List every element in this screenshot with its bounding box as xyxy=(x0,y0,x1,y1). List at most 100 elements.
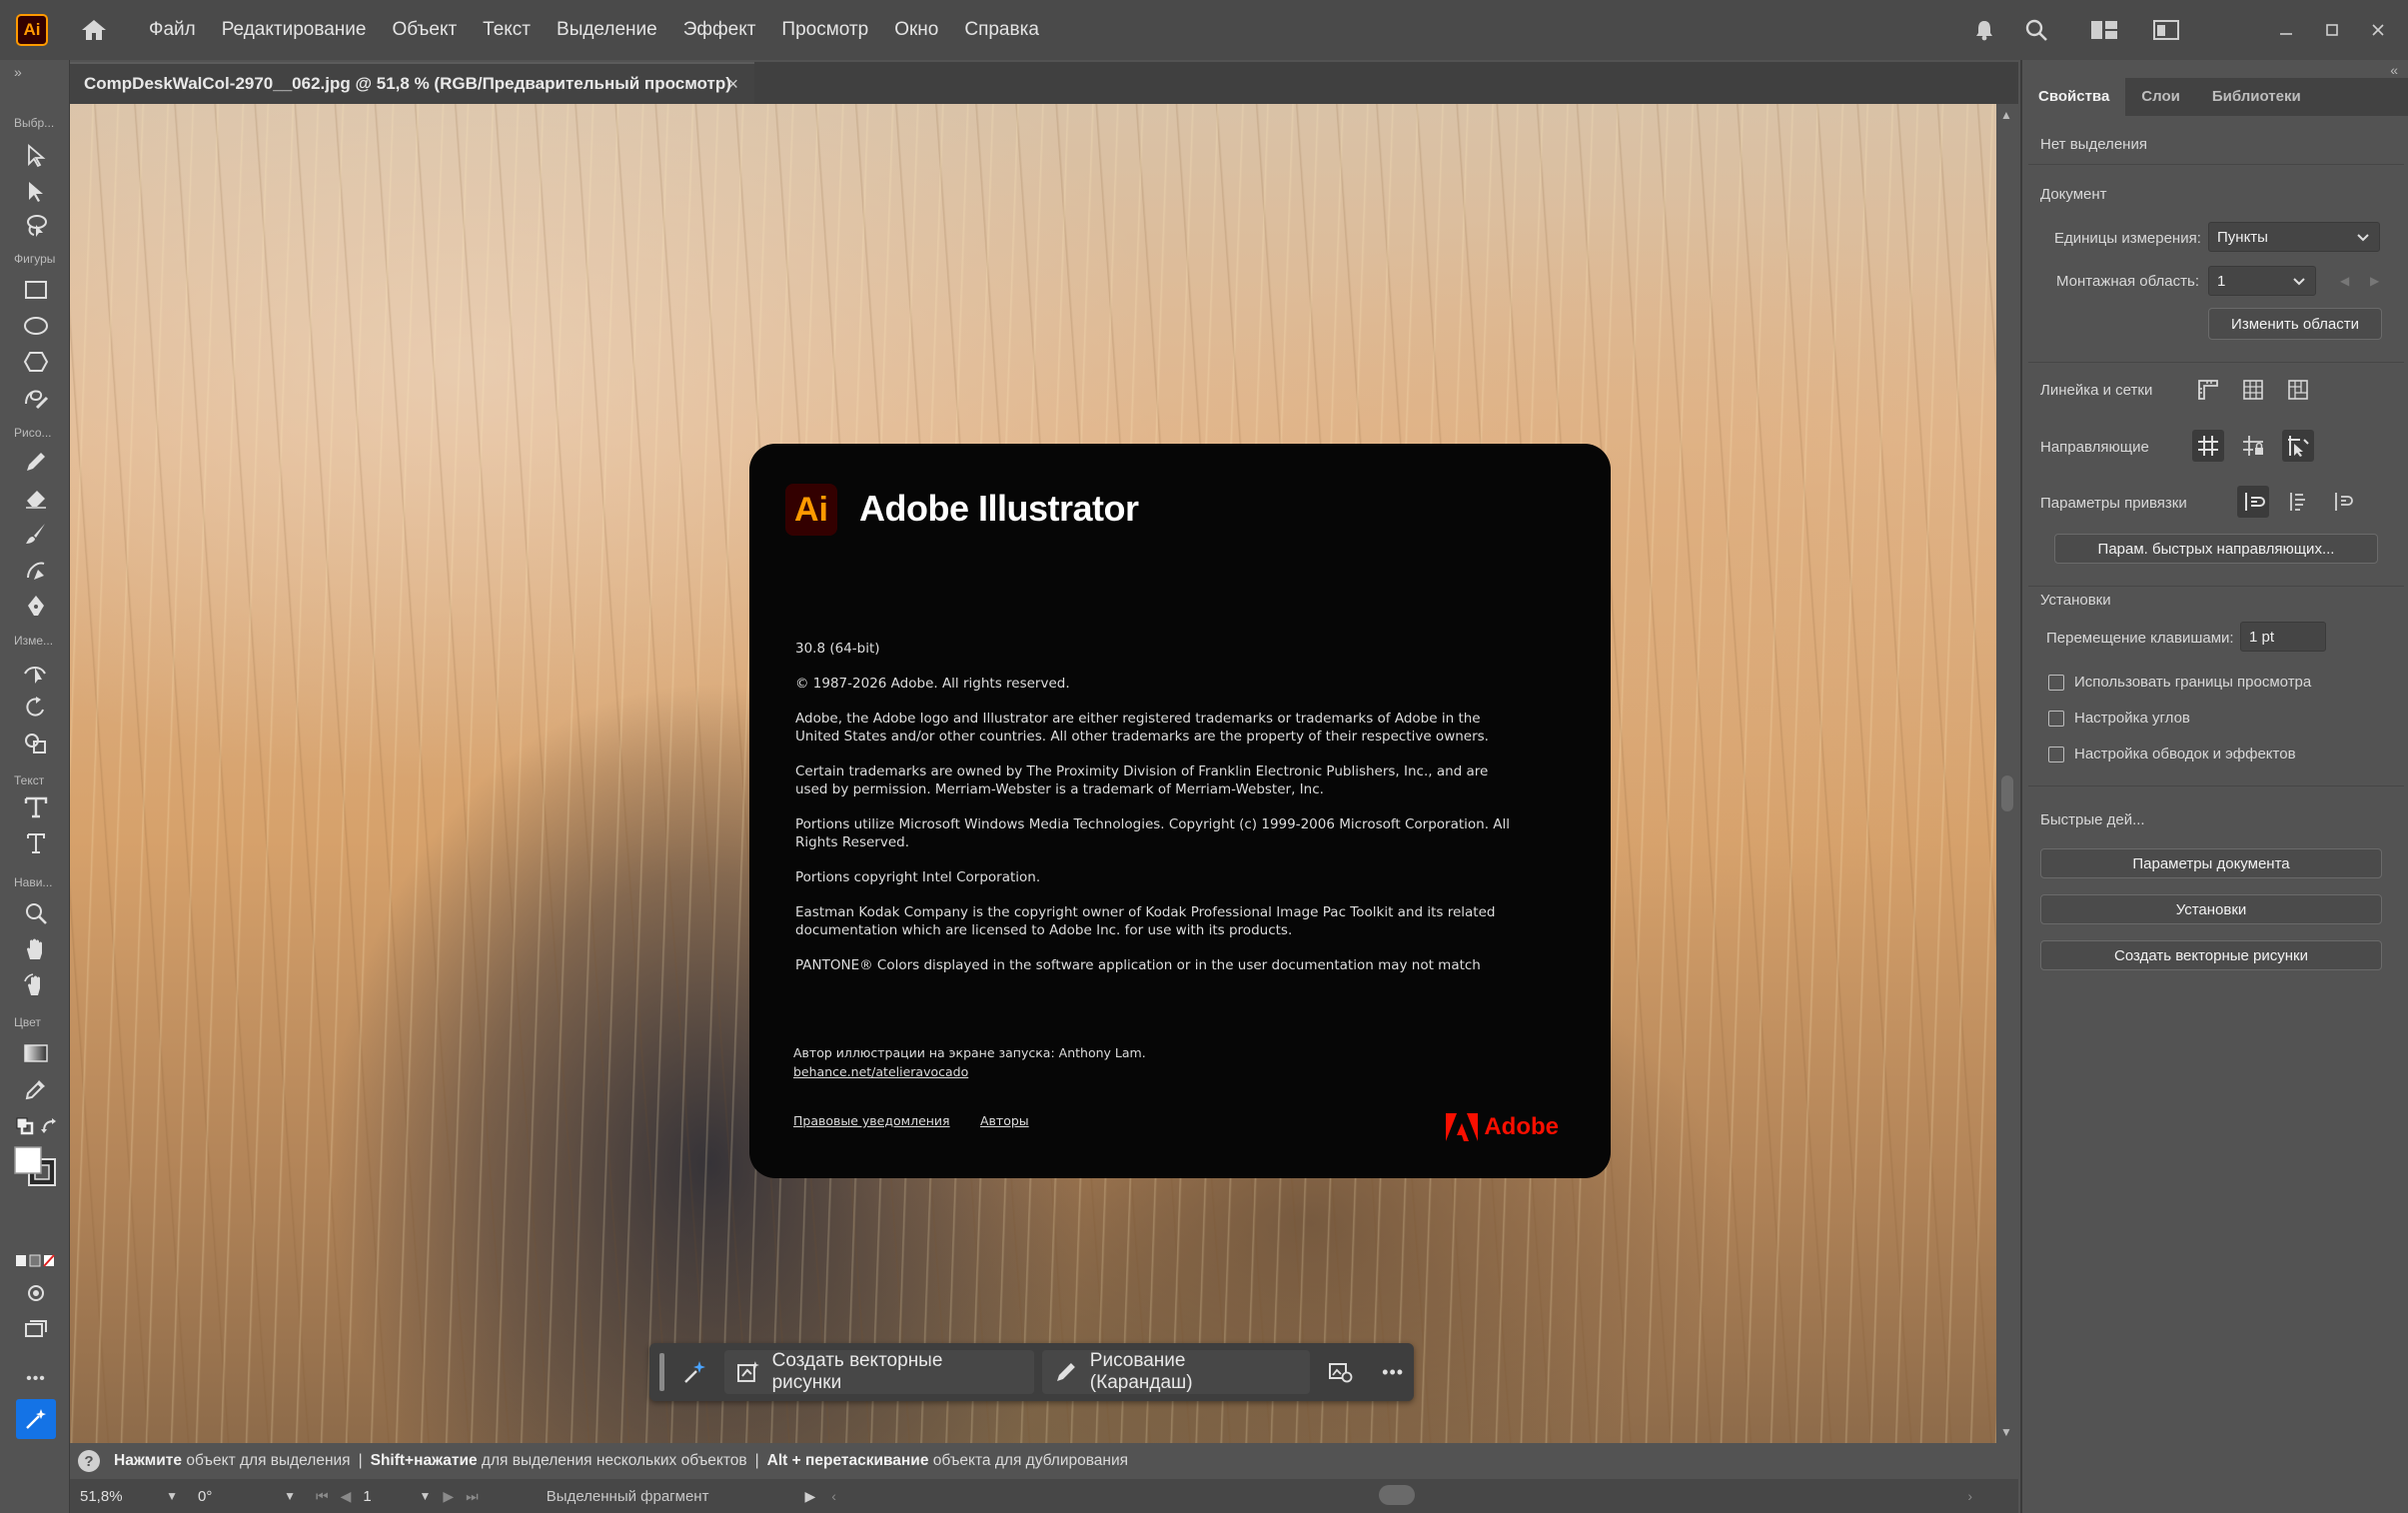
hscroll-left-icon[interactable]: ‹ xyxy=(831,1488,836,1504)
width-tool-icon[interactable] xyxy=(18,656,54,688)
artboard-field[interactable]: 1 ▼ xyxy=(357,1483,437,1509)
color-mode-icons[interactable] xyxy=(14,1251,58,1271)
scroll-down-icon[interactable]: ▼ xyxy=(2000,1425,2012,1439)
scale-corners-checkbox[interactable]: Настройка углов xyxy=(2048,710,2190,727)
maximize-icon[interactable] xyxy=(2312,10,2352,50)
rotation-dropdown-icon[interactable]: ▼ xyxy=(284,1489,296,1503)
type-on-path-tool-icon[interactable] xyxy=(18,791,54,823)
generative-ai-tool-icon[interactable] xyxy=(16,1399,56,1439)
smart-guides-icon[interactable] xyxy=(2282,430,2314,462)
preferences-button[interactable]: Установки xyxy=(2040,894,2382,924)
zoom-field[interactable]: 51,8% ▼ xyxy=(74,1483,184,1509)
eraser-tool-icon[interactable] xyxy=(18,482,54,514)
collapse-panels-icon[interactable]: « xyxy=(2390,62,2398,78)
screen-mode-icon[interactable] xyxy=(18,1313,54,1345)
swap-fill-stroke-icon[interactable] xyxy=(38,1111,62,1143)
generative-sparkle-icon[interactable] xyxy=(674,1351,716,1393)
rotate-view-tool-icon[interactable] xyxy=(18,969,54,1001)
draw-mode-icon[interactable] xyxy=(18,1277,54,1309)
scrollbar-thumb[interactable] xyxy=(2001,775,2013,811)
grid-icon[interactable] xyxy=(2237,374,2269,406)
rulers-icon[interactable] xyxy=(2192,374,2224,406)
document-tab[interactable]: CompDeskWalCol-2970__062.jpg @ 51,8 % (R… xyxy=(70,62,754,104)
pen-tool-icon[interactable] xyxy=(18,590,54,622)
artboard-select[interactable]: 1 xyxy=(2208,266,2316,296)
next-artboard-icon[interactable]: ▶ xyxy=(443,1488,454,1505)
units-select[interactable]: Пункты xyxy=(2208,222,2380,252)
menu-effect[interactable]: Эффект xyxy=(670,0,769,60)
zoom-dropdown-icon[interactable]: ▼ xyxy=(166,1489,178,1503)
artboard-dropdown-icon[interactable]: ▼ xyxy=(420,1489,432,1503)
next-artboard-panel-icon[interactable]: ▶ xyxy=(2370,274,2379,288)
help-icon[interactable]: ? xyxy=(78,1450,100,1472)
prev-artboard-panel-icon[interactable]: ◀ xyxy=(2340,274,2349,288)
pencil-tool-icon[interactable] xyxy=(18,446,54,478)
home-icon[interactable] xyxy=(78,14,110,46)
lock-guides-icon[interactable] xyxy=(2237,430,2269,462)
shape-builder-tool-icon[interactable] xyxy=(18,728,54,759)
menu-object[interactable]: Объект xyxy=(379,0,470,60)
close-icon[interactable] xyxy=(2358,10,2398,50)
status-menu-arrow-icon[interactable]: ▶ xyxy=(804,1488,815,1505)
collapse-toolbar-icon[interactable]: » xyxy=(14,64,22,80)
bell-icon[interactable] xyxy=(1964,10,2004,50)
image-settings-icon[interactable] xyxy=(1320,1351,1362,1393)
transparency-grid-icon[interactable] xyxy=(2282,374,2314,406)
polygon-tool-icon[interactable] xyxy=(18,346,54,378)
gradient-tool-icon[interactable] xyxy=(18,1037,54,1069)
checkbox-box[interactable] xyxy=(2048,674,2064,691)
edit-artboards-button[interactable]: Изменить области xyxy=(2208,308,2382,340)
direct-selection-tool-icon[interactable] xyxy=(18,176,54,208)
horizontal-scroll-thumb[interactable] xyxy=(1379,1485,1415,1505)
taskbar-more-icon[interactable]: ••• xyxy=(1372,1351,1414,1393)
menu-type[interactable]: Текст xyxy=(470,0,544,60)
authors-link[interactable]: Авторы xyxy=(980,1113,1029,1128)
rotation-field[interactable]: 0° ▼ xyxy=(192,1483,302,1509)
rotate-tool-icon[interactable] xyxy=(18,692,54,724)
more-tools-icon[interactable]: ••• xyxy=(18,1363,54,1395)
checkbox-box[interactable] xyxy=(2048,710,2064,727)
eyedropper-tool-icon[interactable] xyxy=(18,1073,54,1105)
taskbar-grip[interactable] xyxy=(659,1353,664,1391)
smart-guides-prefs-button[interactable]: Парам. быстрых направляющих... xyxy=(2054,534,2378,564)
menu-help[interactable]: Справка xyxy=(951,0,1052,60)
snap-to-pixel-icon[interactable] xyxy=(2327,486,2359,518)
close-document-icon[interactable]: × xyxy=(727,74,738,95)
tab-layers[interactable]: Слои xyxy=(2125,78,2196,116)
behance-link[interactable]: behance.net/atelieravocado xyxy=(793,1064,968,1079)
show-guides-icon[interactable] xyxy=(2192,430,2224,462)
preview-bounds-checkbox[interactable]: Использовать границы просмотра xyxy=(2048,674,2311,691)
tab-libraries[interactable]: Библиотеки xyxy=(2196,78,2317,116)
hscroll-right-icon[interactable]: › xyxy=(1967,1488,1972,1504)
menu-edit[interactable]: Редактирование xyxy=(209,0,380,60)
type-tool-icon[interactable] xyxy=(18,827,54,859)
keyboard-increment-input[interactable]: 1 pt xyxy=(2240,622,2326,652)
shaper-tool-icon[interactable] xyxy=(18,382,54,414)
vertical-scrollbar[interactable]: ▲ ▼ xyxy=(1996,104,2018,1443)
last-artboard-icon[interactable]: ⏭ xyxy=(466,1488,479,1505)
paintbrush-tool-icon[interactable] xyxy=(18,518,54,550)
scroll-up-icon[interactable]: ▲ xyxy=(2000,108,2012,122)
snap-to-point-icon[interactable] xyxy=(2237,486,2269,518)
fill-stroke-swatch[interactable] xyxy=(12,1145,60,1189)
menu-view[interactable]: Просмотр xyxy=(768,0,881,60)
minimize-icon[interactable] xyxy=(2266,10,2306,50)
create-vector-button[interactable]: Создать векторные рисунки xyxy=(723,1350,1034,1394)
workspace-icon[interactable] xyxy=(2084,10,2124,50)
tab-properties[interactable]: Свойства xyxy=(2022,78,2126,116)
lasso-tool-icon[interactable] xyxy=(18,210,54,242)
menu-window[interactable]: Окно xyxy=(881,0,951,60)
search-icon[interactable] xyxy=(2016,10,2056,50)
create-vector-panel-button[interactable]: Создать векторные рисунки xyxy=(2040,940,2382,970)
pencil-draw-button[interactable]: Рисование (Карандаш) xyxy=(1041,1350,1311,1394)
snap-to-glyph-icon[interactable] xyxy=(2282,486,2314,518)
checkbox-box[interactable] xyxy=(2048,746,2064,762)
scale-strokes-checkbox[interactable]: Настройка обводок и эффектов xyxy=(2048,746,2296,762)
legal-notices-link[interactable]: Правовые уведомления xyxy=(793,1113,950,1128)
curvature-tool-icon[interactable] xyxy=(18,554,54,586)
first-artboard-icon[interactable]: ⏮ xyxy=(316,1488,329,1505)
menu-file[interactable]: Файл xyxy=(136,0,209,60)
panel-toggle-icon[interactable] xyxy=(2146,10,2186,50)
hand-tool-icon[interactable] xyxy=(18,933,54,965)
document-setup-button[interactable]: Параметры документа xyxy=(2040,848,2382,878)
